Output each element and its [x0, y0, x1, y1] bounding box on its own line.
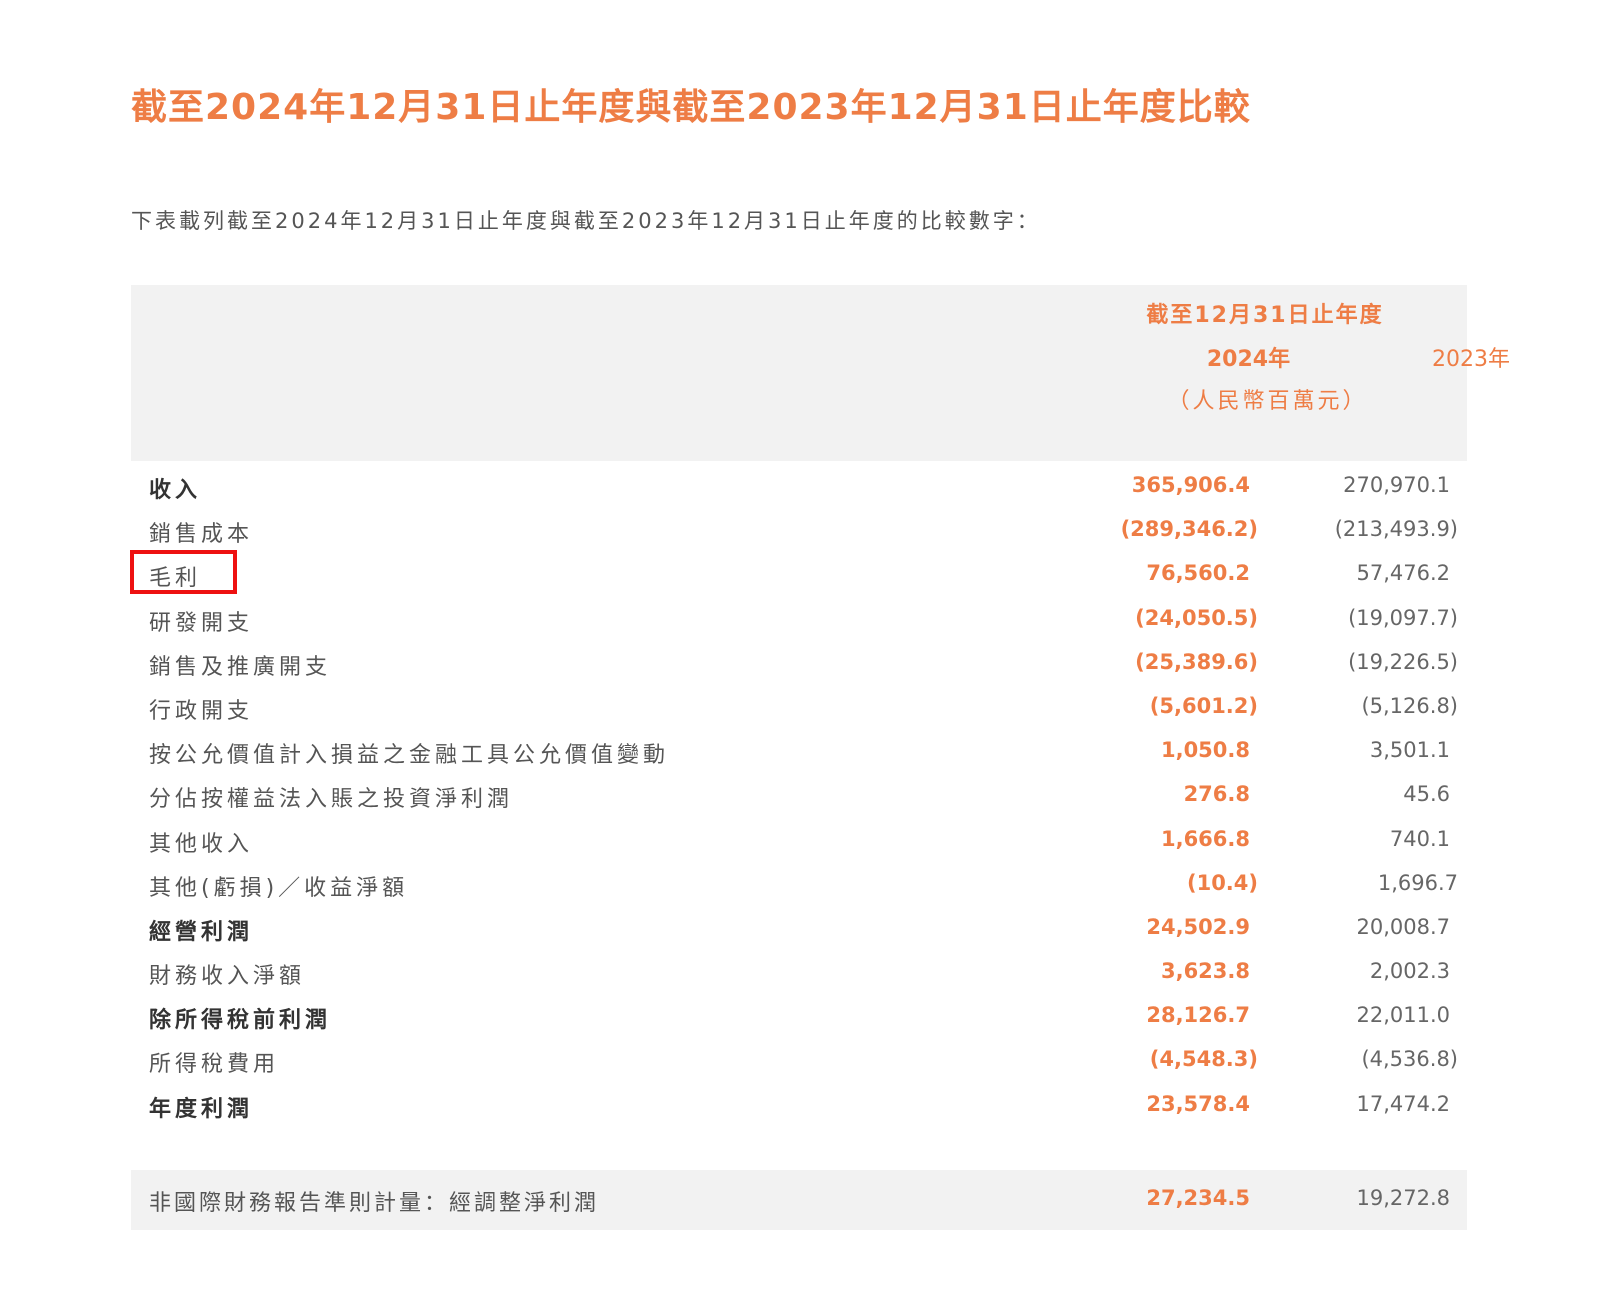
table-row: 按公允價值計入損益之金融工具公允價值變動 1,050.8 3,501.1 [131, 729, 1467, 773]
header-year-2023: 2023年 [1432, 347, 1510, 372]
row-value-2023: 20,008.7 [1356, 914, 1450, 939]
table-row: 銷售及推廣開支 (25,389.6) (19,226.5) [131, 641, 1467, 685]
row-value-2023: 45.6 [1403, 782, 1450, 807]
row-value-2024: (24,050.5) [1135, 605, 1258, 630]
row-value-2023: (213,493.9) [1334, 517, 1458, 542]
row-value-2024: 365,906.4 [1131, 473, 1250, 497]
highlight-box-gross-profit [130, 550, 237, 594]
row-label: 收入 [149, 478, 202, 503]
footer-value-2023: 19,272.8 [1356, 1186, 1450, 1210]
table-row: 銷售成本 (289,346.2) (213,493.9) [131, 508, 1467, 552]
row-value-2023: (19,226.5) [1348, 649, 1458, 674]
row-label: 財務收入淨額 [149, 964, 306, 990]
table-row: 其他收入 1,666.8 740.1 [131, 818, 1467, 862]
row-value-2023: 270,970.1 [1343, 473, 1450, 497]
header-year-2024: 2024年 [1206, 347, 1291, 372]
row-value-2024: (25,389.6) [1135, 649, 1258, 674]
row-value-2023: 17,474.2 [1356, 1091, 1450, 1116]
table-header: 截至12月31日止年度 2024年 2023年 （人民幣百萬元） [131, 285, 1510, 461]
row-label: 所得稅費用 [149, 1052, 280, 1078]
table-row: 年度利潤 23,578.4 17,474.2 [131, 1083, 1467, 1127]
table-row: 分佔按權益法入賬之投資淨利潤 276.8 45.6 [131, 773, 1467, 817]
row-value-2024: (5,601.2) [1149, 693, 1258, 718]
row-value-2024: 23,578.4 [1146, 1091, 1250, 1116]
row-value-2023: 57,476.2 [1356, 561, 1450, 586]
row-value-2024: (4,548.3) [1149, 1047, 1258, 1072]
document-page: 截至2024年12月31日止年度與截至2023年12月31日止年度比較 下表載列… [0, 0, 1598, 1309]
row-value-2023: (19,097.7) [1348, 605, 1458, 630]
table-row: 收入 365,906.4 270,970.1 [131, 464, 1467, 508]
footer-label: 非國際財務報告準則計量：經調整淨利潤 [149, 1191, 600, 1216]
row-label: 年度利潤 [149, 1096, 254, 1122]
row-label: 其他(虧損)／收益淨額 [149, 875, 409, 901]
row-value-2024: 1,666.8 [1160, 826, 1250, 851]
row-label: 銷售及推廣開支 [149, 654, 332, 680]
table-row: 所得稅費用 (4,548.3) (4,536.8) [131, 1038, 1467, 1082]
row-value-2023: 740.1 [1389, 826, 1450, 851]
page-title: 截至2024年12月31日止年度與截至2023年12月31日止年度比較 [131, 87, 1251, 128]
table-row: 除所得稅前利潤 28,126.7 22,011.0 [131, 994, 1467, 1038]
row-label: 研發開支 [149, 610, 254, 636]
row-value-2023: 3,501.1 [1369, 738, 1450, 763]
row-label: 銷售成本 [149, 522, 254, 548]
table-row: 經營利潤 24,502.9 20,008.7 [131, 906, 1467, 950]
row-label: 除所得稅前利潤 [149, 1008, 332, 1034]
intro-text: 下表載列截至2024年12月31日止年度與截至2023年12月31日止年度的比較… [131, 209, 1041, 233]
row-value-2023: (4,536.8) [1361, 1047, 1458, 1072]
row-value-2024: 76,560.2 [1146, 561, 1250, 586]
row-label: 分佔按權益法入賬之投資淨利潤 [149, 787, 514, 813]
row-value-2024: (289,346.2) [1120, 517, 1258, 542]
header-period: 截至12月31日止年度 [1146, 303, 1384, 328]
row-value-2024: 276.8 [1183, 782, 1250, 807]
table-row: 毛利 76,560.2 57,476.2 [131, 552, 1467, 596]
row-value-2023: 22,011.0 [1356, 1003, 1450, 1028]
table-row: 行政開支 (5,601.2) (5,126.8) [131, 685, 1467, 729]
row-value-2023: (5,126.8) [1361, 693, 1458, 718]
row-value-2024: 3,623.8 [1160, 959, 1250, 984]
row-value-2023: 2,002.3 [1369, 959, 1450, 984]
table-row: 研發開支 (24,050.5) (19,097.7) [131, 597, 1467, 641]
table-body: 收入 365,906.4 270,970.1 銷售成本 (289,346.2) (213,… [131, 464, 1467, 1127]
header-unit: （人民幣百萬元） [1167, 389, 1368, 414]
row-label: 行政開支 [149, 698, 254, 724]
row-value-2024: 1,050.8 [1160, 738, 1250, 763]
row-value-2023: 1,696.7 [1377, 870, 1458, 895]
row-label: 其他收入 [149, 831, 254, 857]
table-row: 其他(虧損)／收益淨額 (10.4) 1,696.7 [131, 862, 1467, 906]
row-label: 按公允價值計入損益之金融工具公允價值變動 [149, 743, 670, 769]
row-value-2024: (10.4) [1186, 870, 1258, 895]
row-label: 經營利潤 [149, 919, 254, 945]
footer-value-2024: 27,234.5 [1146, 1186, 1250, 1210]
table-footer-row: 非國際財務報告準則計量：經調整淨利潤 27,234.5 19,272.8 [131, 1170, 1467, 1230]
row-value-2024: 24,502.9 [1146, 914, 1250, 939]
table-row: 財務收入淨額 3,623.8 2,002.3 [131, 950, 1467, 994]
row-value-2024: 28,126.7 [1146, 1003, 1250, 1028]
